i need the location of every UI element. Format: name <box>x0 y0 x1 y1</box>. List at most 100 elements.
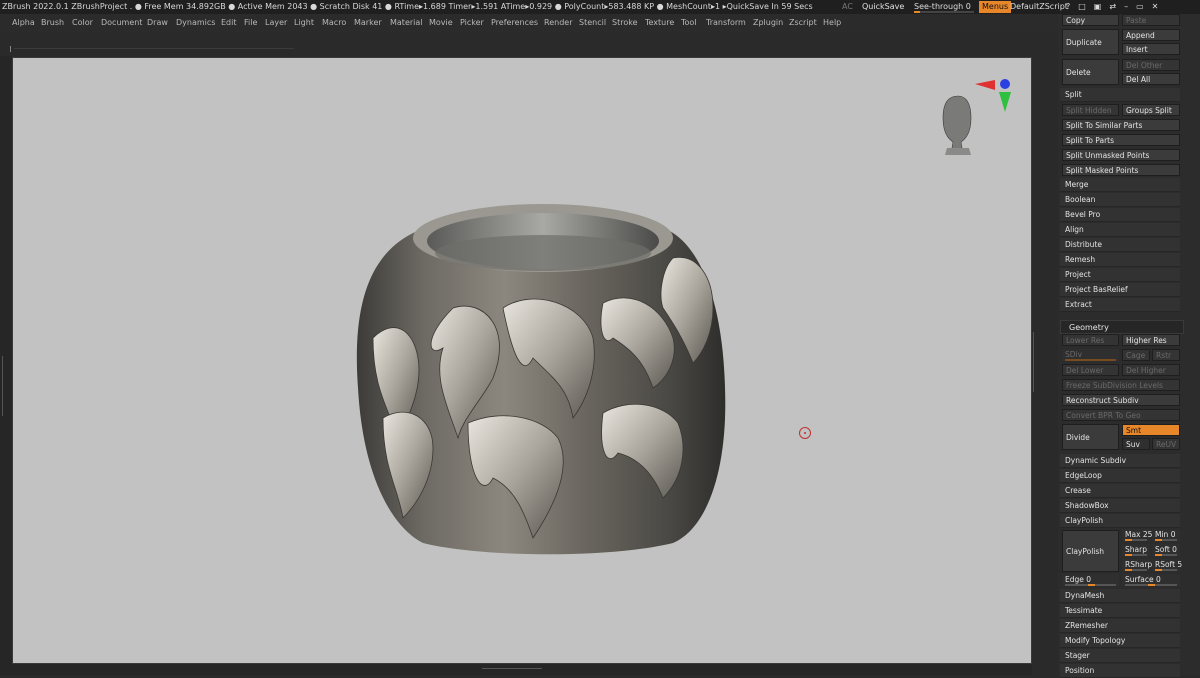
quicksave-button[interactable]: QuickSave <box>862 0 904 14</box>
insert-button[interactable]: Insert <box>1122 43 1180 55</box>
menu-draw[interactable]: Draw <box>147 14 168 32</box>
cage-button[interactable]: Cage <box>1122 349 1150 361</box>
split-unmasked-button[interactable]: Split Unmasked Points <box>1062 149 1180 161</box>
document-canvas[interactable] <box>12 57 1032 664</box>
claypolish-button[interactable]: ClayPolish <box>1062 530 1119 572</box>
stager-section[interactable]: Stager <box>1060 649 1180 663</box>
convert-bpr-button[interactable]: Convert BPR To Geo <box>1062 409 1180 421</box>
menu-alpha[interactable]: Alpha <box>12 14 35 32</box>
dynamesh-section[interactable]: DynaMesh <box>1060 589 1180 603</box>
del-higher-button[interactable]: Del Higher <box>1122 364 1180 376</box>
menu-color[interactable]: Color <box>72 14 93 32</box>
edge-slider[interactable]: Edge 0 <box>1062 574 1119 586</box>
merge-section[interactable]: Merge <box>1060 178 1180 192</box>
menu-layer[interactable]: Layer <box>265 14 287 32</box>
project-basrelief-section[interactable]: Project BasRelief <box>1060 283 1180 297</box>
see-through-track[interactable] <box>914 11 974 13</box>
split-parts-button[interactable]: Split To Parts <box>1062 134 1180 146</box>
bevel-pro-section[interactable]: Bevel Pro <box>1060 208 1180 222</box>
menu-help[interactable]: Help <box>823 14 841 32</box>
edgeloop-section[interactable]: EdgeLoop <box>1060 469 1180 483</box>
divide-button[interactable]: Divide <box>1062 424 1119 450</box>
lower-res-button[interactable]: Lower Res <box>1062 334 1119 346</box>
sdiv-slider[interactable]: SDiv <box>1062 349 1119 361</box>
bottom-shelf-grip[interactable] <box>482 668 542 671</box>
max-slider[interactable]: Max 25 <box>1122 529 1152 541</box>
modify-topology-section[interactable]: Modify Topology <box>1060 634 1180 648</box>
delete-button[interactable]: Delete <box>1062 59 1119 85</box>
menu-tool[interactable]: Tool <box>681 14 697 32</box>
window-controls-icon[interactable]: ?□▣⇄–▭✕ <box>1066 0 1166 14</box>
gizmo-z-axis-icon <box>1000 79 1010 89</box>
higher-res-button[interactable]: Higher Res <box>1122 334 1180 346</box>
menu-zplugin[interactable]: Zplugin <box>753 14 783 32</box>
menu-render[interactable]: Render <box>544 14 572 32</box>
rsharp-slider[interactable]: RSharp <box>1122 559 1152 571</box>
split-masked-button[interactable]: Split Masked Points <box>1062 164 1180 176</box>
menu-texture[interactable]: Texture <box>645 14 674 32</box>
menu-document[interactable]: Document <box>101 14 142 32</box>
menu-picker[interactable]: Picker <box>460 14 484 32</box>
menu-marker[interactable]: Marker <box>354 14 382 32</box>
paste-button[interactable]: Paste <box>1122 14 1180 26</box>
sculpt-viewport[interactable] <box>13 58 1033 665</box>
tessimate-section[interactable]: Tessimate <box>1060 604 1180 618</box>
menu-preferences[interactable]: Preferences <box>491 14 538 32</box>
menu-movie[interactable]: Movie <box>429 14 453 32</box>
boolean-section[interactable]: Boolean <box>1060 193 1180 207</box>
del-lower-button[interactable]: Del Lower <box>1062 364 1119 376</box>
menu-zscript[interactable]: Zscript <box>789 14 817 32</box>
del-all-button[interactable]: Del All <box>1122 73 1180 85</box>
right-shelf <box>1032 32 1058 675</box>
claypolish-section[interactable]: ClayPolish <box>1060 514 1180 528</box>
default-zscript-button[interactable]: DefaultZScript <box>1010 0 1068 14</box>
zremesher-section[interactable]: ZRemesher <box>1060 619 1180 633</box>
suv-toggle[interactable]: Suv <box>1122 438 1150 450</box>
distribute-section[interactable]: Distribute <box>1060 238 1180 252</box>
menus-toggle[interactable]: Menus <box>979 1 1012 13</box>
right-shelf-grip[interactable] <box>1033 332 1039 392</box>
geometry-header[interactable]: Geometry <box>1060 320 1184 334</box>
align-section[interactable]: Align <box>1060 223 1180 237</box>
surface-slider[interactable]: Surface 0 <box>1122 574 1180 586</box>
rsoft-slider[interactable]: RSoft 5 <box>1152 559 1182 571</box>
menu-edit[interactable]: Edit <box>221 14 237 32</box>
dynamic-subdiv-section[interactable]: Dynamic Subdiv <box>1060 454 1180 468</box>
freeze-subdivision-button[interactable]: Freeze SubDivision Levels <box>1062 379 1180 391</box>
extract-section[interactable]: Extract <box>1060 298 1180 312</box>
reuv-button[interactable]: ReUV <box>1152 438 1180 450</box>
copy-button[interactable]: Copy <box>1062 14 1119 26</box>
title-bar: ZBrush 2022.0.1 ZBrushProject . ● Free M… <box>0 0 1200 14</box>
shadowbox-section[interactable]: ShadowBox <box>1060 499 1180 513</box>
crease-section[interactable]: Crease <box>1060 484 1180 498</box>
split-similar-button[interactable]: Split To Similar Parts <box>1062 119 1180 131</box>
bottom-shelf <box>12 664 1058 675</box>
min-slider[interactable]: Min 0 <box>1152 529 1180 541</box>
remesh-section[interactable]: Remesh <box>1060 253 1180 267</box>
split-section[interactable]: Split <box>1060 88 1180 102</box>
menu-file[interactable]: File <box>244 14 257 32</box>
smt-toggle[interactable]: Smt <box>1122 424 1180 436</box>
project-section[interactable]: Project <box>1060 268 1180 282</box>
duplicate-button[interactable]: Duplicate <box>1062 29 1119 55</box>
left-shelf-grip[interactable] <box>2 356 8 416</box>
split-hidden-button[interactable]: Split Hidden <box>1062 104 1119 116</box>
del-other-button[interactable]: Del Other <box>1122 59 1180 71</box>
append-button[interactable]: Append <box>1122 29 1180 41</box>
soft-slider[interactable]: Soft 0 <box>1152 544 1180 556</box>
menu-stroke[interactable]: Stroke <box>612 14 638 32</box>
sharp-slider[interactable]: Sharp <box>1122 544 1150 556</box>
menu-transform[interactable]: Transform <box>706 14 746 32</box>
position-section[interactable]: Position <box>1060 664 1180 678</box>
menu-stencil[interactable]: Stencil <box>579 14 606 32</box>
groups-split-button[interactable]: Groups Split <box>1122 104 1180 116</box>
menu-macro[interactable]: Macro <box>322 14 346 32</box>
menu-dynamics[interactable]: Dynamics <box>176 14 215 32</box>
reconstruct-subdiv-button[interactable]: Reconstruct Subdiv <box>1062 394 1180 406</box>
navigation-gizmo[interactable] <box>942 79 1011 155</box>
menu-brush[interactable]: Brush <box>41 14 64 32</box>
menu-light[interactable]: Light <box>294 14 314 32</box>
rstr-button[interactable]: Rstr <box>1152 349 1180 361</box>
ac-button[interactable]: AC <box>842 0 853 14</box>
menu-material[interactable]: Material <box>390 14 423 32</box>
